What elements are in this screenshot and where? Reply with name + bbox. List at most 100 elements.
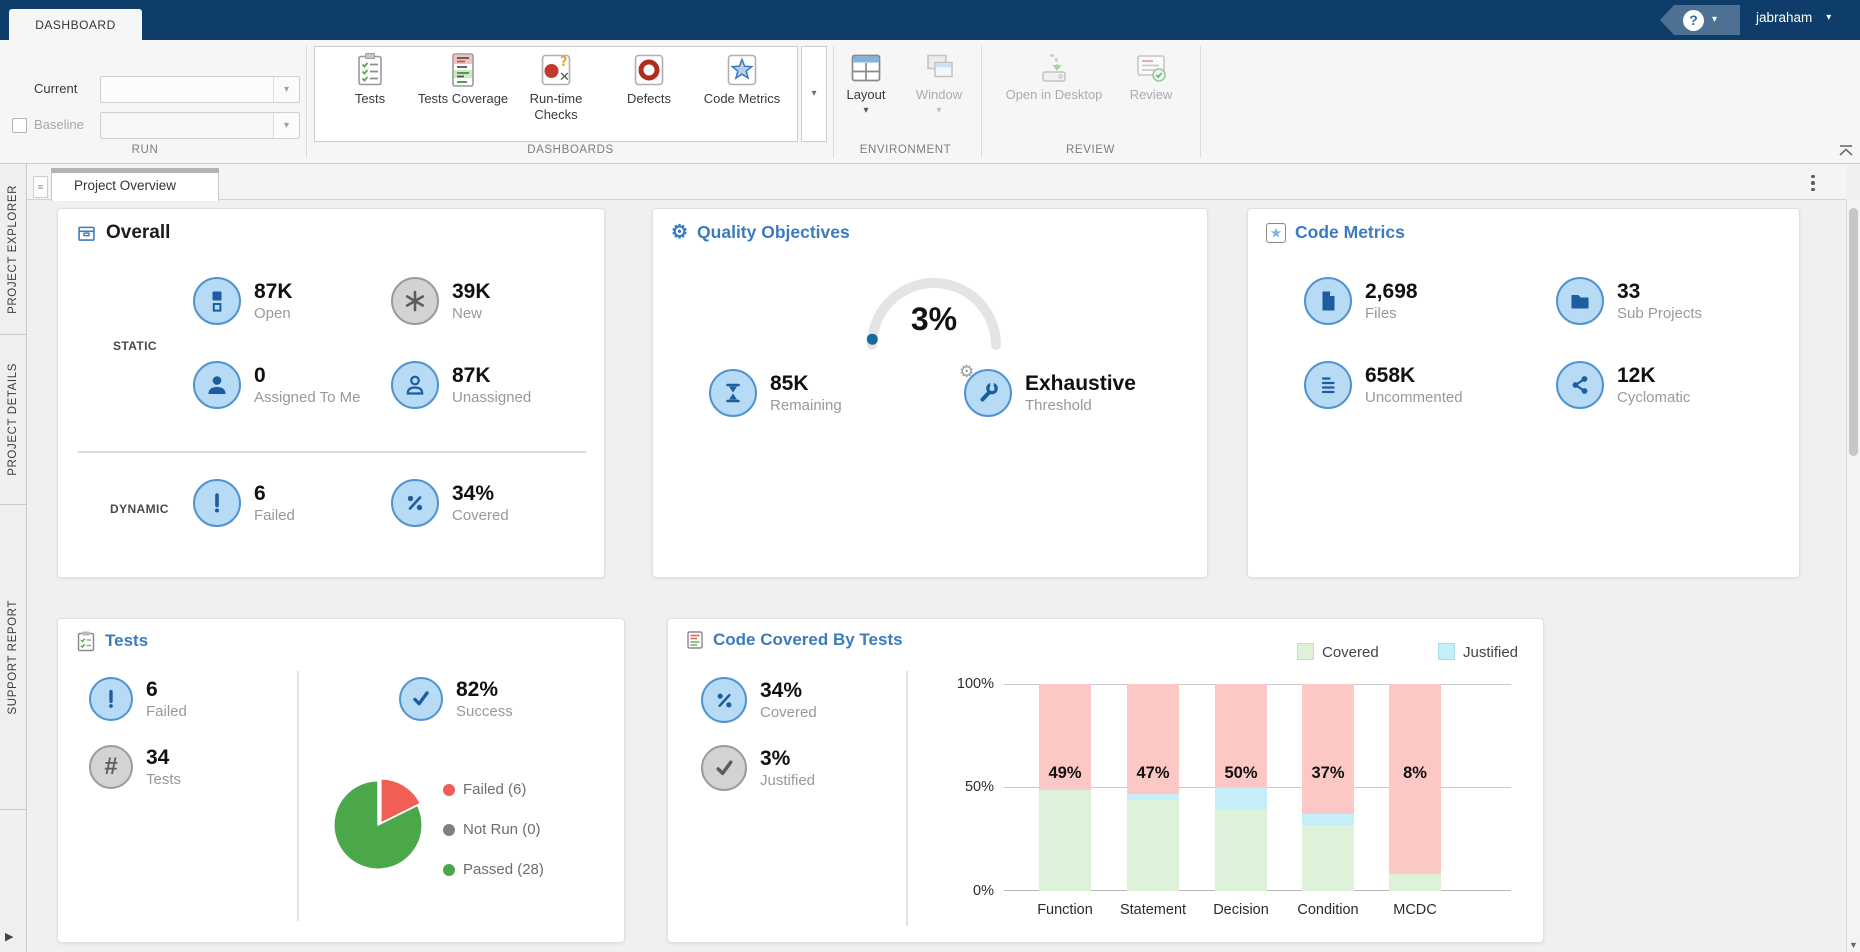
bar-covered xyxy=(1302,825,1354,891)
legend-swatch-justified xyxy=(1438,643,1455,660)
legend-item-passed: Passed (28) xyxy=(443,861,544,878)
hash-icon: # xyxy=(89,745,133,789)
overall-card: Overall STATIC 87KOpen 39KNew xyxy=(57,208,605,578)
bar-value-label: 37% xyxy=(1302,764,1354,783)
group-label-dashboards: DASHBOARDS xyxy=(314,144,827,156)
document-tabbar: ≡ Project Overview xyxy=(27,164,1846,200)
bar-justified xyxy=(1215,788,1267,811)
legend-item-not-run: Not Run (0) xyxy=(443,821,541,838)
stat-unassigned[interactable]: 87KUnassigned xyxy=(391,361,531,409)
left-panel-tabs: PROJECT EXPLORER PROJECT DETAILS SUPPORT… xyxy=(0,164,27,952)
tests-coverage-dashboard-button[interactable]: Tests Coverage xyxy=(417,52,509,107)
bar-function xyxy=(1039,684,1091,891)
person-outline-icon xyxy=(391,361,439,409)
defects-dashboard-button[interactable]: Defects xyxy=(603,52,695,107)
ytick-100: 100% xyxy=(940,676,994,692)
window-button: Window ▾ xyxy=(893,52,985,116)
svg-text:?: ? xyxy=(560,55,568,70)
stat-remaining[interactable]: 85KRemaining xyxy=(709,369,842,417)
code-metrics-dashboard-button[interactable]: Code Metrics xyxy=(696,52,788,107)
current-label: Current xyxy=(34,81,77,96)
badge-icon: ⚙ xyxy=(671,223,688,242)
stat-coverage-covered[interactable]: 34%Covered xyxy=(701,677,817,723)
wrench-icon: ⚙ xyxy=(964,369,1012,417)
coverage-card-title: Code Covered By Tests xyxy=(686,630,903,650)
tab-options-menu-icon[interactable] xyxy=(1806,172,1820,194)
tests-pie-chart xyxy=(330,777,426,873)
folder-icon xyxy=(1556,277,1604,325)
stat-failed[interactable]: 6Failed xyxy=(193,479,295,527)
legend-item-failed: Failed (6) xyxy=(443,781,526,798)
window-icon xyxy=(922,52,956,84)
bar-condition xyxy=(1302,684,1354,891)
scrollbar-down-icon[interactable]: ▼ xyxy=(1847,940,1860,950)
code-metrics-card: ★ Code Metrics 2,698Files 33Sub Projects xyxy=(1247,208,1800,578)
scrollbar-thumb[interactable] xyxy=(1849,208,1858,456)
legend-label-covered: Covered xyxy=(1322,644,1379,661)
bar-uncovered xyxy=(1302,684,1354,814)
overall-card-title: Overall xyxy=(76,222,170,244)
vertical-scrollbar[interactable]: ▼ xyxy=(1846,200,1860,952)
box-icon xyxy=(76,223,97,244)
expand-panel-icon[interactable]: ▶ xyxy=(5,930,13,943)
bar-covered xyxy=(1039,790,1091,891)
check-icon xyxy=(399,677,443,721)
stat-open[interactable]: 87KOpen xyxy=(193,277,293,325)
tests-card-title: Tests xyxy=(76,630,148,652)
stat-tests-failed[interactable]: 6Failed xyxy=(89,677,187,721)
collapse-ribbon-button[interactable] xyxy=(1838,144,1854,158)
current-select[interactable]: ▾ xyxy=(100,76,300,103)
bar-covered xyxy=(1389,874,1441,891)
baseline-checkbox[interactable] xyxy=(12,118,27,133)
star-icon: ★ xyxy=(1266,223,1286,243)
bar-value-label: 49% xyxy=(1039,764,1091,783)
stat-coverage-justified[interactable]: 3%Justified xyxy=(701,745,815,791)
bar-value-label: 8% xyxy=(1389,764,1441,783)
defects-icon xyxy=(633,52,665,88)
quality-objectives-card-title: ⚙ Quality Objectives xyxy=(671,222,850,243)
share-nodes-icon xyxy=(1556,361,1604,409)
bar-justified xyxy=(1302,814,1354,824)
group-label-environment: ENVIRONMENT xyxy=(833,144,978,156)
category-label: Decision xyxy=(1196,902,1286,918)
gauge-value: 3% xyxy=(854,301,1014,338)
stat-new[interactable]: 39KNew xyxy=(391,277,491,325)
hourglass-icon xyxy=(709,369,757,417)
tests-icon xyxy=(355,52,385,88)
stat-covered[interactable]: 34%Covered xyxy=(391,479,509,527)
chevron-down-icon: ▾ xyxy=(1712,15,1717,25)
user-menu[interactable]: jabraham ▾ xyxy=(1756,10,1831,25)
code-metrics-icon xyxy=(726,52,758,88)
asterisk-icon xyxy=(391,277,439,325)
help-menu[interactable]: ? ▾ xyxy=(1660,5,1740,35)
chevron-down-icon[interactable]: ▾ xyxy=(273,77,299,102)
tests-dashboard-button[interactable]: Tests xyxy=(324,52,416,107)
chevron-down-icon: ▾ xyxy=(273,113,299,138)
category-label: MCDC xyxy=(1370,902,1460,918)
open-results-icon xyxy=(193,277,241,325)
sidebar-tab-support-report[interactable]: SUPPORT REPORT xyxy=(0,505,26,810)
runtime-checks-dashboard-button[interactable]: ? ✕ Run-time Checks xyxy=(510,52,602,124)
stat-sub-projects[interactable]: 33Sub Projects xyxy=(1556,277,1702,325)
stat-uncommented[interactable]: 658KUncommented xyxy=(1304,361,1463,409)
app-header: DASHBOARD ? ▾ jabraham ▾ xyxy=(0,0,1860,40)
chevron-down-icon: ▾ xyxy=(811,89,816,99)
ytick-50: 50% xyxy=(940,779,994,795)
tests-card: Tests 6Failed # 34Tests 82%Success Faile… xyxy=(57,618,625,943)
stat-cyclomatic[interactable]: 12KCyclomatic xyxy=(1556,361,1690,409)
ytick-0: 0% xyxy=(940,883,994,899)
stat-threshold[interactable]: ⚙ ExhaustiveThreshold xyxy=(964,369,1136,417)
stat-tests-success[interactable]: 82%Success xyxy=(399,677,513,721)
drag-grip-icon[interactable]: ≡ xyxy=(33,176,48,198)
tab-dashboard[interactable]: DASHBOARD xyxy=(9,9,142,40)
stat-assigned-to-me[interactable]: 0Assigned To Me xyxy=(193,361,360,409)
sidebar-tab-project-explorer[interactable]: PROJECT EXPLORER xyxy=(0,164,26,335)
coverage-card: Code Covered By Tests 34%Covered 3%Justi… xyxy=(667,618,1544,943)
sidebar-tab-project-details[interactable]: PROJECT DETAILS xyxy=(0,335,26,505)
bar-mcdc xyxy=(1389,684,1441,891)
stat-tests-count[interactable]: # 34Tests xyxy=(89,745,181,789)
review-button: Review xyxy=(1116,52,1186,103)
stat-files[interactable]: 2,698Files xyxy=(1304,277,1418,325)
tab-project-overview[interactable]: Project Overview xyxy=(51,168,219,201)
help-icon: ? xyxy=(1683,10,1704,31)
